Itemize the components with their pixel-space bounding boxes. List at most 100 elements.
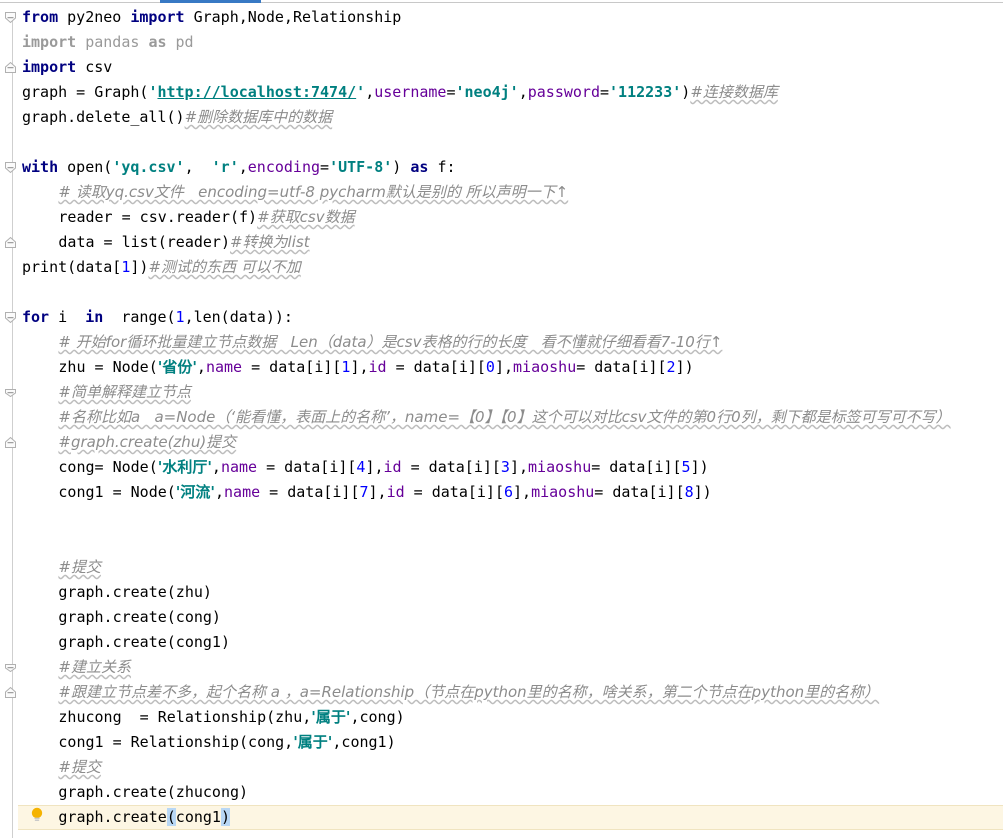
code-editor[interactable]: from py2neo import Graph,Node,Relationsh… <box>0 0 1003 838</box>
code-line[interactable]: #建立关系 <box>18 655 131 680</box>
code-token-ident: graph.create(zhu) <box>58 583 212 601</box>
code-token-cmt: #提交 <box>58 758 101 776</box>
code-token-kwarg: username <box>374 83 447 101</box>
code-line[interactable]: cong1 = Node('河流',name = data[i][7],id =… <box>18 480 711 505</box>
fold-open-icon[interactable] <box>4 11 17 24</box>
code-token-ident: range( <box>121 308 176 326</box>
fold-open-small-icon[interactable] <box>4 386 17 399</box>
code-token-str: '水利厅' <box>157 458 212 476</box>
code-token-punc <box>167 33 176 51</box>
code-token-ident: ,len(data)): <box>184 308 293 326</box>
fold-close-icon[interactable] <box>4 686 17 699</box>
code-line[interactable] <box>18 505 22 530</box>
code-line[interactable]: data = list(reader)#转换为list <box>18 230 309 255</box>
code-token-cmt: #建立关系 <box>58 658 131 676</box>
code-token-punc: , <box>238 158 248 176</box>
code-token-ident: zhucong = Relationship(zhu, <box>58 708 312 726</box>
code-token-ident: ]) <box>690 458 709 476</box>
code-token-num: 1 <box>175 308 185 326</box>
code-line[interactable]: graph.delete_all()#删除数据库中的数据 <box>18 105 332 130</box>
code-token-kwarg: name <box>205 358 243 376</box>
code-line[interactable]: with open('yq.csv', 'r',encoding='UTF-8'… <box>18 155 456 180</box>
code-token-cmt: # 读取yq.csv文件 encoding=utf-8 pycharm默认是别的… <box>58 183 569 201</box>
code-token-ident: ], <box>350 358 369 376</box>
code-token-kw: as <box>410 158 429 176</box>
code-token-cls: Graph <box>193 8 239 26</box>
editor-gutter[interactable] <box>0 3 18 838</box>
code-token-punc <box>58 8 67 26</box>
code-line[interactable]: cong= Node('水利厅',name = data[i][4],id = … <box>18 455 709 480</box>
code-line[interactable]: #graph.create(zhu)提交 <box>18 430 236 455</box>
code-line[interactable]: #提交 <box>18 555 101 580</box>
code-token-punc: , <box>365 83 375 101</box>
code-token-kw: import <box>22 58 77 76</box>
code-token-str: 'yq.csv' <box>112 158 185 176</box>
fold-close-icon[interactable] <box>4 61 17 74</box>
fold-open-icon[interactable] <box>4 161 17 174</box>
code-line[interactable] <box>18 280 22 305</box>
fold-open-small-icon[interactable] <box>4 661 17 674</box>
code-token-ident: py2neo <box>67 8 122 26</box>
code-token-kwarg: id <box>386 483 405 501</box>
code-token-num: 8 <box>684 483 694 501</box>
code-token-ident: = data[i][ <box>242 358 342 376</box>
lightbulb-icon[interactable] <box>30 807 44 823</box>
code-line[interactable] <box>18 130 22 155</box>
code-token-ident: graph = Graph( <box>22 83 149 101</box>
code-token-cmt: #提交 <box>58 558 101 576</box>
code-token-ident: cong1 <box>175 808 221 826</box>
code-token-punc <box>58 158 67 176</box>
code-line[interactable]: cong1 = Relationship(cong,'属于',cong1) <box>18 730 396 755</box>
code-token-kwarg: miaoshu <box>513 358 577 376</box>
code-token-ident: graph.create <box>58 808 167 826</box>
code-token-str: '112233' <box>609 83 682 101</box>
code-token-num: 3 <box>500 458 510 476</box>
fold-close-icon[interactable] <box>4 236 17 249</box>
code-line[interactable]: import pandas as pd <box>18 30 194 55</box>
code-line[interactable]: graph.create(zhucong) <box>18 780 248 805</box>
code-token-brkt: ) <box>220 808 230 826</box>
code-token-ident: = data[i][ <box>401 458 501 476</box>
code-line[interactable]: # 开始for循环批量建立节点数据 Len（data）是csv表格的行的长度 看… <box>18 330 722 355</box>
fold-open-icon[interactable] <box>4 311 17 324</box>
code-line[interactable]: graph.create(zhu) <box>18 580 212 605</box>
code-token-ident: csv <box>85 58 113 76</box>
code-line[interactable]: for i in range(1,len(data)): <box>18 305 293 330</box>
code-token-ident: ], <box>365 458 384 476</box>
code-surface[interactable]: from py2neo import Graph,Node,Relationsh… <box>18 3 1003 835</box>
code-token-ident: ], <box>509 458 529 476</box>
code-token-ident: = data[i][ <box>591 458 682 476</box>
fold-close-icon[interactable] <box>4 436 17 449</box>
code-token-kwarg: password <box>527 83 600 101</box>
code-line[interactable]: # 读取yq.csv文件 encoding=utf-8 pycharm默认是别的… <box>18 180 568 205</box>
code-line[interactable]: print(data[1])#测试的东西 可以不加 <box>18 255 301 280</box>
code-token-cmt: #graph.create(zhu)提交 <box>58 433 237 451</box>
code-line[interactable]: #提交 <box>18 755 101 780</box>
code-line[interactable]: graph.create(cong1) <box>18 630 230 655</box>
code-line[interactable]: zhu = Node('省份',name = data[i][1],id = d… <box>18 355 693 380</box>
code-line[interactable]: #简单解释建立节点 <box>18 380 191 405</box>
code-token-ident: reader = csv.reader(f) <box>58 208 258 226</box>
code-token-ident: cong1 = Node( <box>58 483 176 501</box>
code-token-str: '属于' <box>293 733 333 751</box>
code-token-dim: pandas <box>85 33 140 51</box>
code-token-ident: zhu = Node( <box>58 358 158 376</box>
code-token-ident: graph.delete_all() <box>22 108 185 126</box>
code-line[interactable]: zhucong = Relationship(zhu,'属于',cong) <box>18 705 404 730</box>
code-token-kw: with <box>22 158 59 176</box>
code-token-str: 'UTF-8' <box>329 158 393 176</box>
code-token-dim: pd <box>175 33 194 51</box>
code-line[interactable]: from py2neo import Graph,Node,Relationsh… <box>18 5 401 30</box>
code-token-punc: ) <box>681 83 691 101</box>
code-line[interactable]: #跟建立节点差不多，起个名称 a ，a=Relationship（节点在pyth… <box>18 680 879 705</box>
code-line[interactable]: #名称比如a a=Node（‘能看懂，表面上的名称’，name=【0】【0】这个… <box>18 405 950 430</box>
code-line[interactable]: graph.create(cong) <box>18 605 221 630</box>
code-token-cmt: #获取csv数据 <box>257 208 355 226</box>
code-line[interactable]: import csv <box>18 55 112 80</box>
code-token-ident: ,cong1) <box>332 733 396 751</box>
code-line[interactable] <box>18 530 22 555</box>
code-token-punc: , <box>238 8 248 26</box>
code-line[interactable]: reader = csv.reader(f)#获取csv数据 <box>18 205 355 230</box>
code-line[interactable]: graph = Graph('http://localhost:7474/',u… <box>18 80 778 105</box>
code-line[interactable]: graph.create(cong1) <box>18 805 230 830</box>
